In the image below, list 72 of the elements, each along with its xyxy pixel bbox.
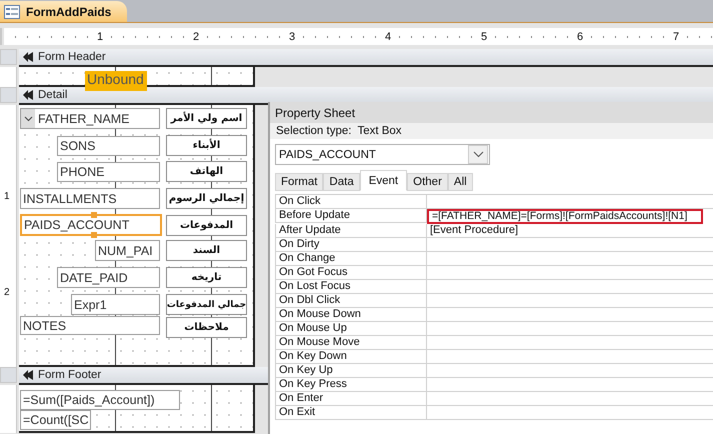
collapse-icon[interactable]	[23, 52, 34, 62]
form-label[interactable]: الهاتف	[166, 161, 247, 182]
property-name: On Dirty	[275, 238, 427, 252]
dropdown-icon[interactable]	[21, 109, 35, 128]
text-box[interactable]: SONS	[57, 136, 160, 156]
property-name: On Lost Focus	[275, 280, 427, 294]
text-box[interactable]: NOTES	[20, 316, 160, 335]
resize-handle[interactable]	[91, 232, 97, 238]
property-tab[interactable]: Other	[407, 173, 448, 191]
form-label[interactable]: إجمالي الرسوم	[166, 188, 247, 209]
ruler-number: 2	[4, 287, 10, 298]
property-name: On Dbl Click	[275, 294, 427, 308]
document-tab[interactable]: FormAddPaids	[0, 1, 128, 22]
text-box[interactable]: PAIDS_ACCOUNT	[20, 214, 162, 236]
panel-title: Property Sheet	[270, 102, 713, 123]
ruler-number: 7	[671, 30, 681, 42]
section-selector[interactable]	[0, 367, 17, 383]
form-label[interactable]: السند	[166, 240, 247, 261]
property-tab[interactable]: All	[448, 173, 473, 191]
form-label[interactable]: ملاحظات	[166, 317, 247, 338]
property-name: On Key Press	[275, 378, 427, 392]
property-name: On Enter	[275, 392, 427, 406]
vertical-ruler	[0, 67, 17, 87]
text-box[interactable]: =Count([SC	[20, 410, 91, 430]
property-name: On Click	[275, 195, 427, 209]
property-name: On Mouse Move	[275, 336, 427, 350]
form-label[interactable]: الأبناء	[166, 135, 247, 156]
section-selector[interactable]	[0, 49, 17, 65]
property-name: On Mouse Down	[275, 308, 427, 322]
property-name: On Exit	[275, 406, 427, 420]
property-tab[interactable]: Data	[323, 173, 360, 191]
property-name: On Change	[275, 252, 427, 266]
form-label[interactable]: Unbound	[85, 71, 147, 91]
ruler-number: 3	[287, 30, 297, 42]
combo-box[interactable]: FATHER_NAME	[20, 108, 160, 129]
form-label[interactable]: جمالي المدفوعات	[166, 294, 247, 315]
text-box[interactable]: PHONE	[57, 162, 160, 182]
vertical-ruler	[0, 385, 17, 433]
property-name: On Mouse Up	[275, 322, 427, 336]
text-box[interactable]: INSTALLMENTS	[20, 188, 160, 209]
ruler-number: 5	[479, 30, 489, 42]
selection-type-label: Selection type:	[276, 125, 352, 137]
ruler-number: 1	[4, 191, 10, 202]
property-value[interactable]: =[FATHER_NAME]=[Forms]![FormPaidsAccounts]![N1]	[427, 209, 703, 224]
property-name: After Update	[275, 224, 427, 238]
property-tab[interactable]: Format	[275, 173, 324, 191]
property-name: On Key Up	[275, 364, 427, 378]
collapse-icon[interactable]	[23, 370, 34, 380]
selection-type-value: Text Box	[357, 125, 402, 137]
form-label[interactable]: تاريخه	[166, 267, 247, 288]
ruler-number: 4	[383, 30, 393, 42]
property-name: On Key Down	[275, 350, 427, 364]
form-label[interactable]: اسم ولي الأمر	[166, 108, 247, 129]
text-box[interactable]: =Sum([Paids_Account])	[20, 390, 180, 410]
object-dropdown[interactable]: PAIDS_ACCOUNT	[275, 144, 490, 165]
ruler-number: 2	[191, 30, 201, 42]
property-name: Before Update	[275, 209, 427, 223]
text-box[interactable]: DATE_PAID	[57, 267, 160, 288]
form-icon	[4, 4, 20, 18]
section-bar[interactable]: Form Header	[19, 49, 713, 67]
dropdown-icon[interactable]	[468, 145, 488, 164]
ruler-number: 1	[95, 30, 105, 42]
section-selector[interactable]	[0, 87, 17, 103]
property-value[interactable]: [Event Procedure]	[427, 224, 713, 238]
text-box[interactable]: NUM_PAI	[95, 240, 160, 261]
resize-handle[interactable]	[91, 212, 97, 218]
text-box[interactable]: Expr1	[71, 294, 160, 315]
property-tab[interactable]: Event	[360, 170, 408, 191]
collapse-icon[interactable]	[23, 90, 34, 100]
property-name: On Got Focus	[275, 266, 427, 280]
ruler-number: 6	[575, 30, 585, 42]
form-label[interactable]: المدفوعات	[166, 215, 247, 236]
